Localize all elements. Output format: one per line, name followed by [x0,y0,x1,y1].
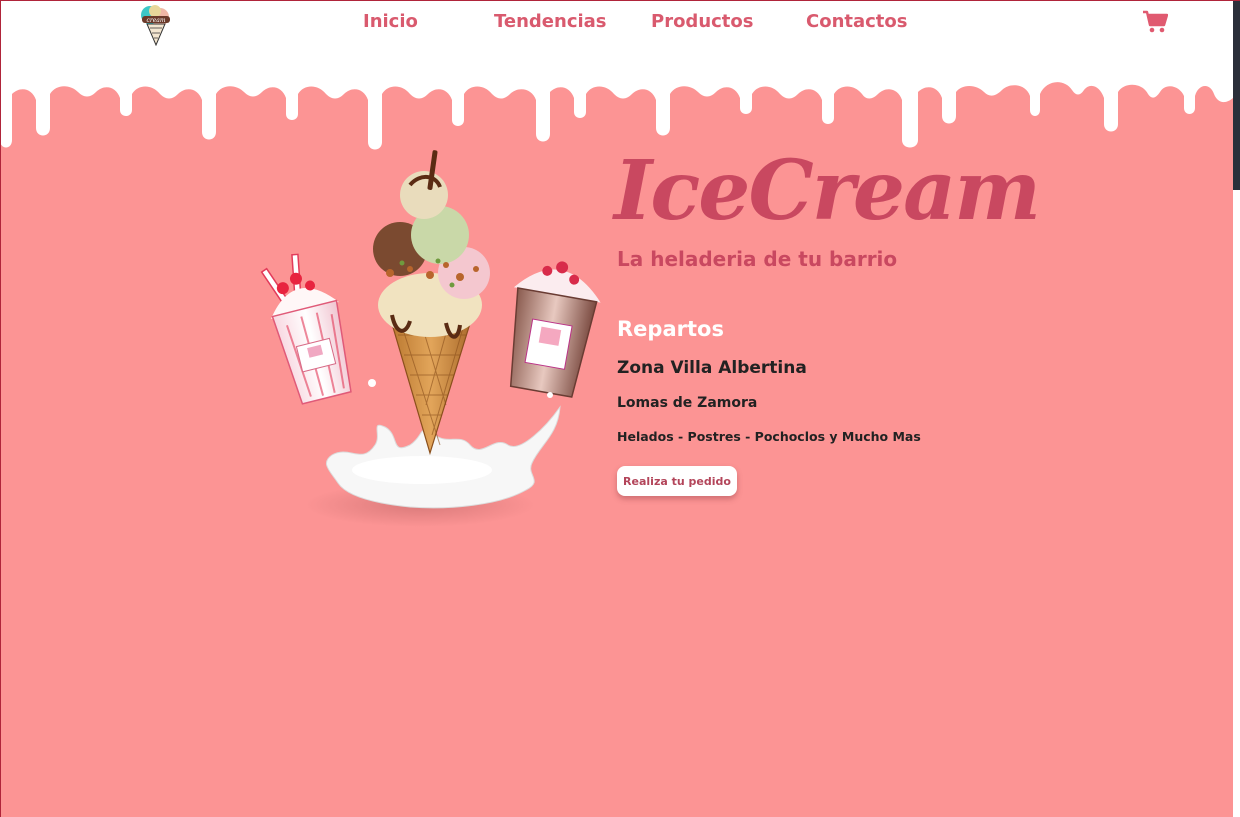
scrollbar-thumb[interactable] [1233,0,1240,190]
zona-text: Zona Villa Albertina [617,358,807,378]
waffle-cone [389,316,473,456]
nav-inicio[interactable]: Inicio [363,11,418,32]
lomas-text: Lomas de Zamora [617,395,758,411]
brand-subtitle: La heladeria de tu barrio [617,247,898,271]
nav-tendencias[interactable]: Tendencias [494,11,607,32]
brand-title: IceCream [614,143,1041,239]
ice-cream-logo[interactable]: cream [138,4,174,46]
repartos-heading: Repartos [617,317,724,341]
site-header: cream Inicio Tendencias Productos Contac… [0,0,1233,52]
place-order-button[interactable]: Realiza tu pedido [617,466,737,496]
svg-text:cream: cream [146,17,165,24]
nav-productos[interactable]: Productos [651,11,754,32]
left-milkshake [260,253,352,405]
products-tagline: Helados - Postres - Pochoclos y Mucho Ma… [617,429,921,444]
cart-icon[interactable] [1142,10,1168,34]
right-milkshake [509,261,601,398]
nav-contactos[interactable]: Contactos [806,11,908,32]
ice-cream-product-image [260,150,601,527]
scrollbar[interactable] [1233,0,1240,817]
